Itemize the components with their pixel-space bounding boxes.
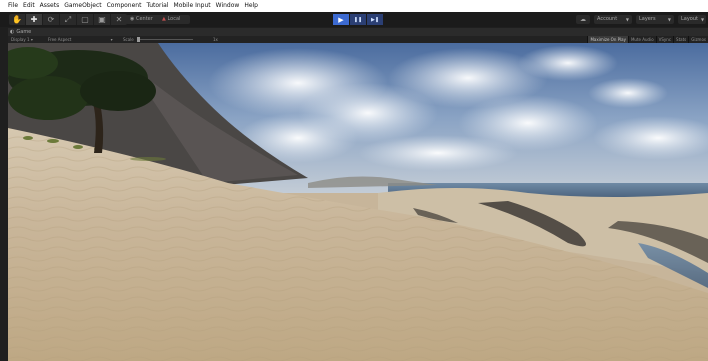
menu-mobile-input[interactable]: Mobile Input [171,0,213,12]
aspect-dropdown[interactable]: Free Aspect ▾ [48,36,113,43]
display-dropdown[interactable]: Display 1 ▾ [11,36,33,43]
maximize-on-play-button[interactable]: Maximize On Play [587,36,628,43]
scale-tool-button[interactable]: ⤢ [60,14,77,25]
scale-label: Scale [123,37,134,42]
hand-icon: ✋ [12,15,22,24]
cloud-icon: ☁ [580,16,586,23]
play-icon: ▶ [338,15,344,24]
chevron-down-icon: ▾ [30,37,33,42]
stats-button[interactable]: Stats [673,36,688,43]
vsync-button[interactable]: VSync [655,36,673,43]
pivot-label: Center [135,16,153,22]
pause-icon: ❚❚ [353,16,363,23]
rotate-icon: ⟳ [47,15,55,24]
space-label: Local [167,16,181,22]
transform-tool-button[interactable]: ▣ [94,14,111,25]
play-button[interactable]: ▶ [333,14,349,25]
pivot-icon: ◉ [130,16,135,22]
menu-assets[interactable]: Assets [37,0,62,12]
layers-dropdown[interactable]: Layers ▼ [636,15,674,24]
game-controller-icon: ◐ [10,29,15,35]
menu-help[interactable]: Help [242,0,261,12]
chevron-down-icon: ▾ [110,37,113,42]
scale-icon: ⤢ [64,15,72,24]
tab-game-label: Game [16,29,32,35]
menu-component[interactable]: Component [104,0,144,12]
scale-slider-thumb[interactable] [136,37,140,42]
aspect-label: Free Aspect [48,37,72,42]
hand-tool-button[interactable]: ✋ [9,14,26,25]
scale-control: Scale [123,36,193,43]
collab-cloud-button[interactable]: ☁ [576,15,590,24]
menu-gameobject[interactable]: GameObject [62,0,104,12]
transform-tools: ✋ ✚ ⟳ ⤢ ▢ ▣ ✕ [9,14,127,25]
pause-button[interactable]: ❚❚ [350,14,366,25]
pivot-toggle-button[interactable]: ◉ Center [126,15,162,24]
account-label: Account [597,16,618,22]
space-toggle-button[interactable]: ▲ Local [158,15,190,24]
rotate-tool-button[interactable]: ⟳ [43,14,60,25]
main-toolbar: ✋ ✚ ⟳ ⤢ ▢ ▣ ✕ ◉ Center ▲ Local ▶ ❚❚ ▶❚ ☁ Accou… [0,12,708,27]
menu-edit[interactable]: Edit [21,0,38,12]
layout-label: Layout [681,16,698,22]
menu-window[interactable]: Window [213,0,242,12]
menu-bar: File Edit Assets GameObject Component Tu… [0,0,708,12]
scale-value: 1x [213,37,218,42]
menu-file[interactable]: File [0,0,21,12]
custom-tool-button[interactable]: ✕ [111,14,127,25]
menu-tutorial[interactable]: Tutorial [144,0,171,12]
rect-tool-button[interactable]: ▢ [77,14,94,25]
local-space-icon: ▲ [162,16,166,22]
step-button[interactable]: ▶❚ [367,14,383,25]
transform-icon: ▣ [98,15,106,24]
scale-slider[interactable] [136,37,193,42]
step-icon: ▶❚ [370,16,380,23]
chevron-down-icon: ▼ [701,17,705,22]
game-view-controls: Display 1 ▾ Free Aspect ▾ Scale 1x Maxim… [8,36,708,43]
mute-audio-button[interactable]: Mute Audio [627,36,656,43]
game-scene-render [8,43,708,361]
gizmos-button[interactable]: Gizmos [688,36,708,43]
account-dropdown[interactable]: Account ▼ [594,15,632,24]
game-viewport[interactable] [8,43,708,361]
layers-label: Layers [639,16,656,22]
play-controls: ▶ ❚❚ ▶❚ [333,14,383,25]
game-view-toggles: Maximize On Play Mute Audio VSync Stats Gizm… [587,36,708,43]
move-icon: ✚ [30,15,38,24]
custom-tool-icon: ✕ [115,15,123,24]
tab-game[interactable]: ◐ Game [8,28,31,36]
chevron-down-icon: ▼ [625,17,629,22]
rect-icon: ▢ [81,15,89,24]
game-tab-bar: ◐ Game [8,28,708,36]
chevron-down-icon: ▼ [667,17,671,22]
display-label: Display 1 [11,37,30,42]
move-tool-button[interactable]: ✚ [26,14,43,25]
layout-dropdown[interactable]: Layout ▼ [678,15,706,24]
